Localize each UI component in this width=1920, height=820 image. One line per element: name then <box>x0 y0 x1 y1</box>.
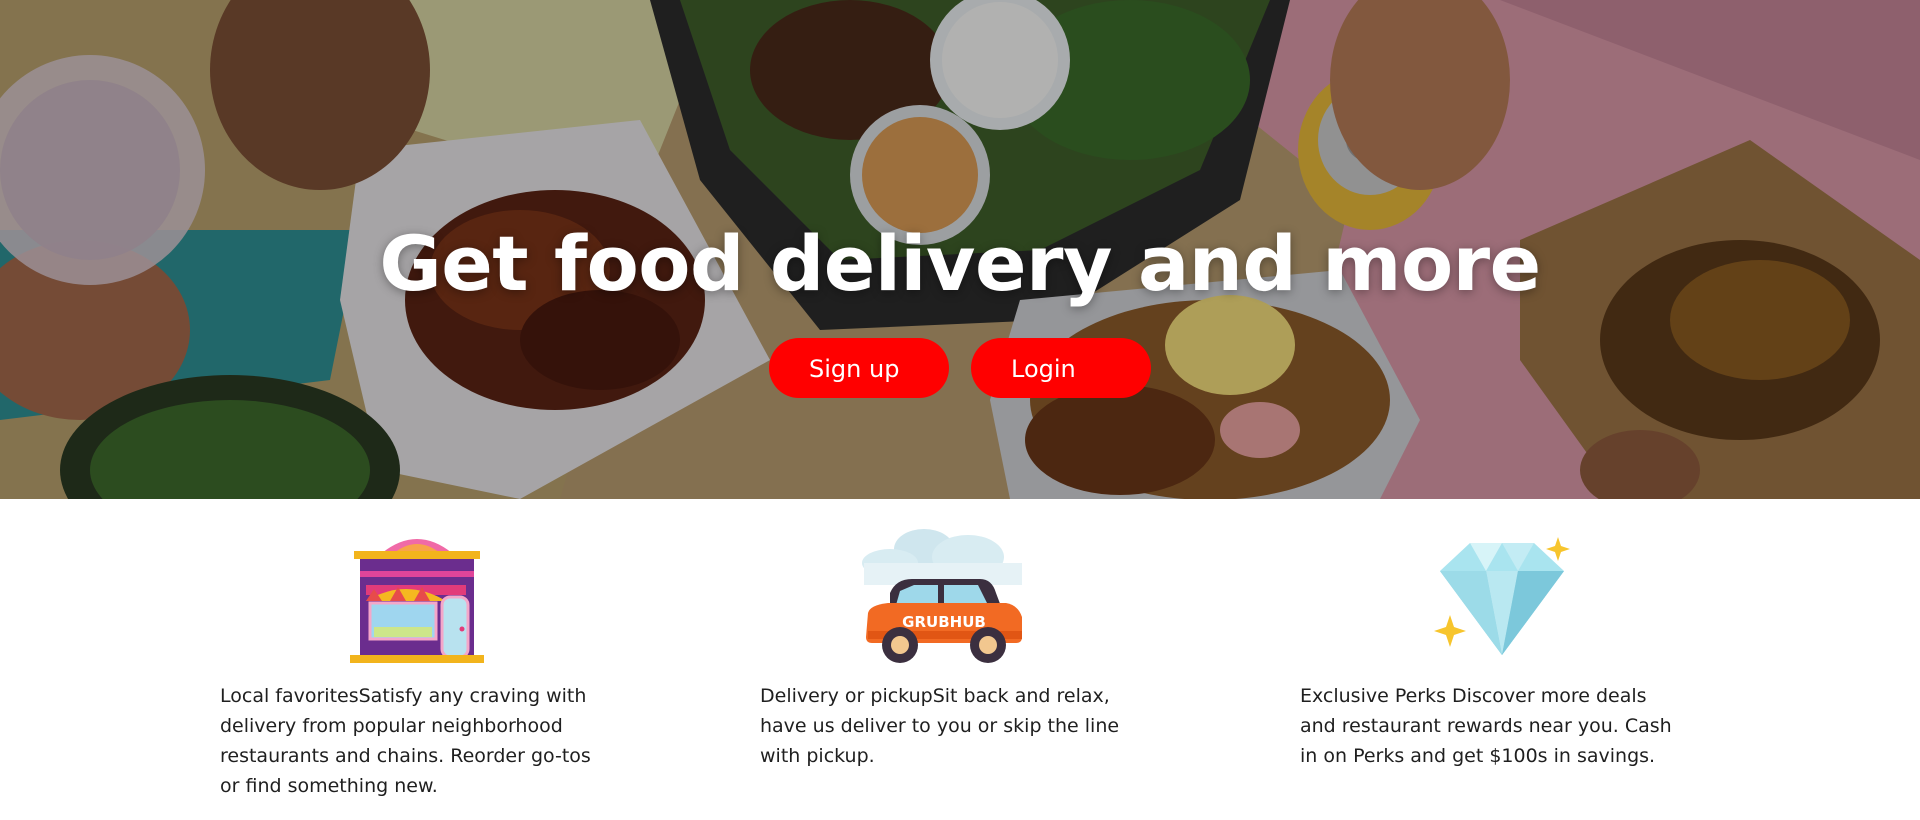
delivery-car-icon: GRUBHUB <box>860 513 1026 683</box>
feature-local-favorites-text: Local favoritesSatisfy any craving with … <box>220 685 591 797</box>
features-section: Local favoritesSatisfy any craving with … <box>0 499 1920 820</box>
car-label-text: GRUBHUB <box>902 613 986 631</box>
hero-actions: Sign up Login <box>0 338 1920 398</box>
diamond-icon <box>1426 535 1576 663</box>
feature-exclusive-perks-text: Exclusive Perks Discover more deals and … <box>1300 685 1672 767</box>
hero-section: Get food delivery and more Sign up Login <box>0 0 1920 499</box>
feature-delivery-pickup-text: Delivery or pickupSit back and relax, ha… <box>760 685 1120 767</box>
storefront-icon <box>346 531 488 665</box>
sign-up-button[interactable]: Sign up <box>769 338 949 398</box>
hero-title: Get food delivery and more <box>379 219 1541 308</box>
login-button[interactable]: Login <box>971 338 1151 398</box>
